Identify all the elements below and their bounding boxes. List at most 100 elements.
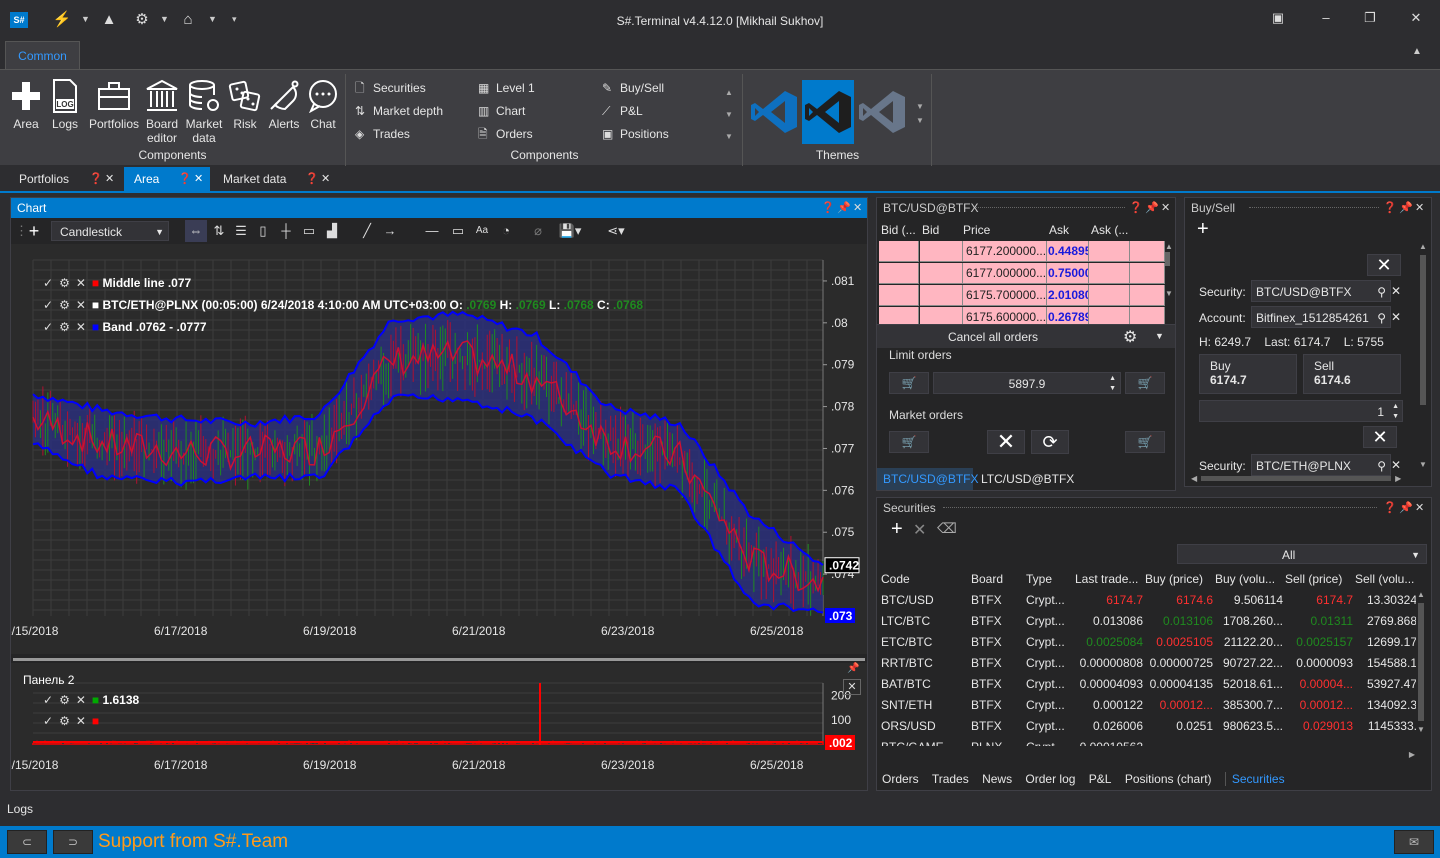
close-icon[interactable]: ✕ <box>194 167 203 191</box>
close-icon[interactable]: ✕ <box>843 679 861 695</box>
checkmark-icon[interactable]: ✓ <box>43 298 53 312</box>
orderbook-cell[interactable] <box>920 285 963 306</box>
tab-market-data[interactable]: Market data ❓ ✕ <box>213 167 338 191</box>
table-row[interactable]: ETC/BTC BTFX Crypt... 0.0025084 0.0025105 211… <box>881 632 1416 653</box>
buysell-hscroll[interactable]: ◀ ▶ <box>1191 474 1411 484</box>
close-button[interactable]: ✕ <box>1402 8 1430 28</box>
column-header[interactable]: Type <box>1026 569 1072 589</box>
delete-icon[interactable]: ✕ <box>913 520 926 540</box>
forward-button[interactable]: ⊃ <box>53 830 93 854</box>
table-row[interactable]: BAT/BTC BTFX Crypt... 0.00004093 0.00004135 5… <box>881 674 1416 695</box>
col-ask[interactable]: Ask <box>1049 220 1089 240</box>
close-icon[interactable]: ✕ <box>321 167 330 191</box>
clear-icon[interactable]: ✕ <box>1391 310 1401 324</box>
restore-layout-icon[interactable]: ▣ <box>1264 8 1292 28</box>
checkmark-icon[interactable]: ✓ <box>43 320 53 334</box>
support-link[interactable]: Support from S#.Team <box>98 831 288 853</box>
ribbon-tab-common[interactable]: Common <box>5 41 80 69</box>
orderbook-cell[interactable] <box>1130 241 1165 262</box>
close-icon[interactable]: ✕ <box>1415 498 1424 518</box>
stepper-icon[interactable]: ▲ ▼ <box>1392 402 1399 422</box>
add-icon[interactable]: + <box>891 518 903 541</box>
trades-item[interactable]: ◈ Trades <box>355 124 410 144</box>
sort-icon[interactable]: ⇅ <box>209 220 229 242</box>
securities-scrollbar[interactable]: ▲ ▼ <box>1417 590 1427 750</box>
tab-btc-usd[interactable]: BTC/USD@BTFX <box>877 468 979 490</box>
market-depth-item[interactable]: ⇅ Market depth <box>355 101 443 121</box>
refresh-button[interactable]: ⟳ <box>1031 430 1069 454</box>
tab-orders[interactable]: Orders <box>882 772 919 786</box>
pnl-item[interactable]: ⟋ P&L <box>602 101 643 121</box>
orderbook-cell[interactable] <box>1089 285 1130 306</box>
buysell-item[interactable]: ✎ Buy/Sell <box>602 78 664 98</box>
limit-price-input[interactable]: 5897.9 ▲ ▼ <box>933 372 1121 394</box>
buy-button[interactable]: Buy 6174.7 <box>1199 354 1297 394</box>
help-icon[interactable]: ❓ <box>821 198 835 218</box>
tab-order-log[interactable]: Order log <box>1025 772 1075 786</box>
close-icon[interactable]: ✕ <box>76 693 86 707</box>
column-header[interactable]: Sell (price) <box>1285 569 1353 589</box>
quick-access-icon[interactable]: ▾ <box>232 14 240 25</box>
ask-cell[interactable]: 0.44895 <box>1047 241 1089 262</box>
eraser-icon[interactable]: ⌫ <box>937 520 957 537</box>
tab-pnl[interactable]: P&L <box>1089 772 1112 786</box>
close-icon[interactable]: ✕ <box>853 198 862 218</box>
themes-scroll[interactable]: ▼ ▼ <box>916 100 924 128</box>
price-cell[interactable]: 6175.700000... <box>963 285 1047 306</box>
collapse-ribbon-icon[interactable]: ▲ <box>1412 46 1422 57</box>
theme-gray-icon[interactable] <box>856 80 908 144</box>
area-button[interactable]: Area <box>6 78 46 131</box>
board-editor-button[interactable]: Board editor <box>142 78 182 145</box>
close-order-button-2[interactable]: ✕ <box>1363 426 1397 448</box>
eraser-icon[interactable]: ⌀ <box>527 220 549 242</box>
table-row[interactable]: BTC/USD BTFX Crypt... 6174.7 6174.6 9.506114 6… <box>881 590 1416 611</box>
hline-icon[interactable]: — <box>421 220 443 242</box>
theme-dark-icon[interactable] <box>802 80 854 144</box>
ask-cell[interactable]: 0.75000 <box>1047 263 1089 284</box>
checkmark-icon[interactable]: ✓ <box>43 276 53 290</box>
chevron-down-icon[interactable]: ▼ <box>1155 331 1164 341</box>
pin-icon[interactable]: 📌 <box>837 198 851 218</box>
gear-icon[interactable]: ⚙ <box>59 320 70 334</box>
cancel-all-button[interactable]: Cancel all orders <box>877 325 1109 349</box>
text-icon[interactable]: Aa <box>471 220 493 242</box>
orderbook-cell[interactable] <box>1130 285 1165 306</box>
orderbook-cell[interactable] <box>879 263 919 284</box>
table-row[interactable]: ORS/USD BTFX Crypt... 0.026006 0.0251 980623.… <box>881 716 1416 737</box>
ask-cell[interactable]: 2.01080 <box>1047 285 1089 306</box>
logs-panel-label[interactable]: Logs <box>7 802 33 816</box>
orderbook-cell[interactable] <box>920 241 963 262</box>
buy-cart-button[interactable]: 🛒 <box>889 372 929 394</box>
volume-icon[interactable]: ▟ <box>322 220 342 242</box>
list-icon[interactable]: ☰ <box>231 220 251 242</box>
level1-item[interactable]: ▦ Level 1 <box>478 78 535 98</box>
orderbook-cell[interactable] <box>1089 263 1130 284</box>
market-data-button[interactable]: Market data <box>182 78 226 145</box>
checkmark-icon[interactable]: ✓ <box>43 714 53 728</box>
tab-trades[interactable]: Trades <box>932 772 969 786</box>
gear-icon[interactable]: ⚙ <box>59 714 70 728</box>
portfolios-button[interactable]: Portfolios <box>86 78 142 131</box>
help-icon[interactable]: ❓ <box>1383 198 1397 218</box>
add-icon[interactable]: + <box>23 220 45 242</box>
share-icon[interactable]: ⋖▾ <box>601 220 631 242</box>
maximize-button[interactable]: ❐ <box>1356 8 1384 28</box>
buysell-scrollbar[interactable]: ▲ ▼ <box>1419 242 1429 472</box>
market-buy-button[interactable]: 🛒 <box>889 431 929 453</box>
account-field[interactable]: Bitfinex_1512854261 ⚲ <box>1251 306 1391 328</box>
market-sell-button[interactable]: 🛒 <box>1125 431 1165 453</box>
col-bid-volume[interactable]: Bid (... <box>881 220 917 240</box>
connect-icon[interactable]: ⚡ <box>52 10 72 30</box>
quantity-input[interactable]: 1 ▲ ▼ <box>1199 400 1403 422</box>
table-row[interactable]: LTC/BTC BTFX Crypt... 0.013086 0.013106 1708.… <box>881 611 1416 632</box>
close-order-button[interactable]: ✕ <box>1367 254 1401 276</box>
tab-ltc-usd[interactable]: LTC/USD@BTFX <box>981 468 1074 490</box>
price-chart[interactable]: .081.08.079.078.077.076.075.074.0742.073… <box>11 244 867 654</box>
minimize-button[interactable]: – <box>1312 8 1340 28</box>
comment-icon[interactable]: ▭ <box>299 220 319 242</box>
chevron-down-icon[interactable]: ▼ <box>208 14 217 24</box>
page-icon[interactable]: ▯ <box>253 220 273 242</box>
gallery-scroll[interactable]: ▲ ▼ ▼ <box>725 82 733 148</box>
column-header[interactable]: Sell (volu... <box>1355 569 1417 589</box>
price-cell[interactable]: 6177.200000... <box>963 241 1047 262</box>
